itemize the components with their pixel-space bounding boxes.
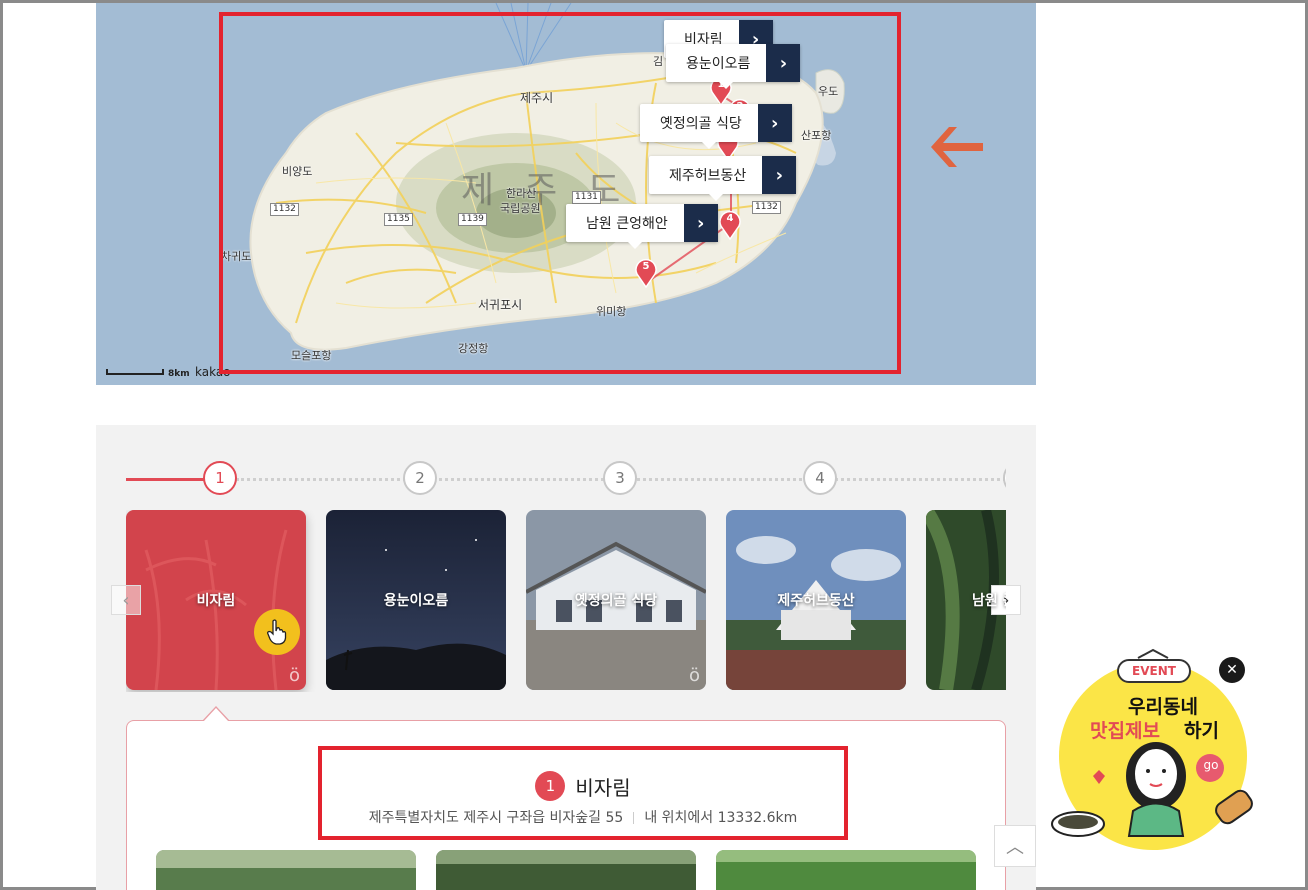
course-card-bijarim[interactable]: 비자림 ö bbox=[126, 510, 306, 690]
course-card-label: 옛정의골 식당 bbox=[574, 593, 658, 609]
event-title-line1: 우리동네 bbox=[1128, 696, 1198, 718]
hand-pointer-icon bbox=[254, 609, 300, 655]
place-photo[interactable] bbox=[156, 850, 416, 890]
event-title-highlight: 맛집제보 bbox=[1090, 720, 1160, 742]
step-2[interactable]: 2 bbox=[403, 461, 437, 495]
course-card-label: 제주허브동산 bbox=[777, 593, 855, 609]
slider-prev-button[interactable]: ‹ bbox=[111, 585, 141, 615]
course-card-label: 남원 큰엉해안 bbox=[972, 593, 1006, 609]
chevron-left-icon: ‹ bbox=[122, 589, 130, 611]
title-highlight-box bbox=[318, 746, 848, 840]
left-arrow-icon bbox=[931, 127, 983, 167]
course-card-restaurant[interactable]: 옛정의골 식당 ö bbox=[526, 510, 706, 690]
course-card-herb-garden[interactable]: 제주허브동산 bbox=[726, 510, 906, 690]
place-photo[interactable] bbox=[436, 850, 696, 890]
event-go-badge: go bbox=[1203, 758, 1219, 772]
event-badge: EVENT bbox=[1132, 664, 1176, 678]
step-3[interactable]: 3 bbox=[603, 461, 637, 495]
step-4[interactable]: 4 bbox=[803, 461, 837, 495]
course-card-slider[interactable]: 비자림 ö 용눈이오름 옛정의골 식당 ö 제주허브동산 남원 bbox=[126, 510, 1006, 692]
course-card-label: 용눈이오름 bbox=[383, 593, 449, 609]
scroll-top-button[interactable]: ︿ bbox=[994, 825, 1036, 867]
course-card-namwon[interactable]: 남원 큰엉해안 bbox=[926, 510, 1006, 690]
map-scale-text: 8km bbox=[168, 369, 190, 379]
course-stepper: 1 2 3 4 bbox=[126, 459, 1006, 499]
tour-logo-icon: ö bbox=[288, 665, 300, 686]
step-1[interactable]: 1 bbox=[203, 461, 237, 495]
tour-logo-icon: ö bbox=[688, 665, 700, 686]
detail-pointer-inner bbox=[203, 708, 229, 722]
map-highlight-box bbox=[219, 12, 901, 374]
course-card-label: 비자림 bbox=[196, 593, 236, 609]
close-icon: ✕ bbox=[1226, 662, 1238, 678]
map-scale-bar bbox=[106, 369, 164, 375]
step-5[interactable] bbox=[1003, 461, 1006, 495]
event-close-button[interactable]: ✕ bbox=[1219, 657, 1245, 683]
event-title-line2: 하기 bbox=[1184, 720, 1219, 742]
chevron-up-icon: ︿ bbox=[1006, 837, 1024, 858]
place-photo[interactable] bbox=[716, 850, 976, 890]
stepper-progress bbox=[126, 478, 206, 481]
course-card-yongnuni[interactable]: 용눈이오름 bbox=[326, 510, 506, 690]
